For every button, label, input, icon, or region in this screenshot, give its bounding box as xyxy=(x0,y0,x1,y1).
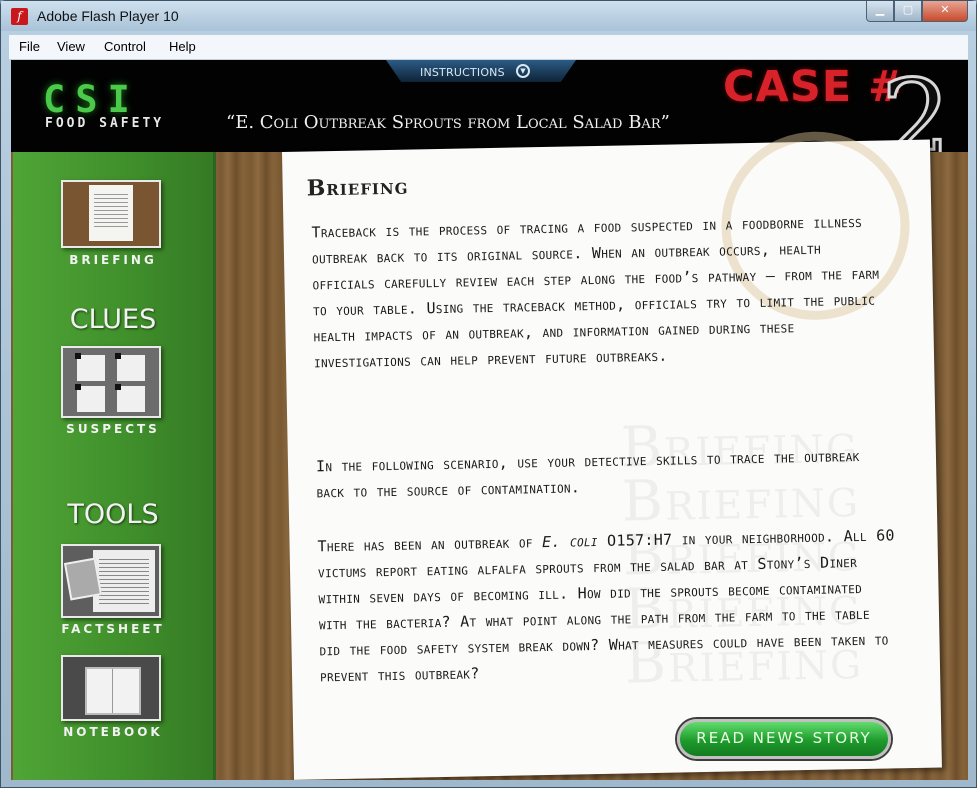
menu-view[interactable]: View xyxy=(57,39,85,54)
factsheet-thumbnail[interactable] xyxy=(61,544,161,618)
flash-icon: f xyxy=(11,8,28,25)
clues-heading: CLUES xyxy=(69,304,157,335)
paragraph-3-intro: There has been an outbreak of xyxy=(317,533,543,556)
minimize-icon[interactable]: ▁ xyxy=(866,1,894,22)
ecoli-italic: E. coli xyxy=(541,532,598,552)
briefing-paragraph-2: In the following scenario, use your dete… xyxy=(315,446,860,502)
notebook-thumbnail[interactable] xyxy=(61,655,161,721)
document-icon xyxy=(89,185,133,241)
briefing-label[interactable]: BRIEFING xyxy=(13,253,213,267)
briefing-thumbnail[interactable] xyxy=(61,180,161,248)
flash-stage: INSTRUCTIONS ▼ CSI FOOD SAFETY “E. Coli … xyxy=(11,60,968,780)
notebook-label[interactable]: NOTEBOOK xyxy=(13,725,213,739)
briefing-title: Briefing xyxy=(306,173,409,202)
close-icon[interactable]: ✕ xyxy=(922,1,968,22)
flash-player-window: f Adobe Flash Player 10 ▁ ▢ ✕ File View … xyxy=(0,0,977,788)
window-controls: ▁ ▢ ✕ xyxy=(866,1,968,23)
menu-help[interactable]: Help xyxy=(169,39,196,54)
read-news-story-button[interactable]: READ NEWS STORY xyxy=(677,719,891,759)
title-bar[interactable]: f Adobe Flash Player 10 ▁ ▢ ✕ xyxy=(1,1,976,31)
menu-control[interactable]: Control xyxy=(104,39,146,54)
window-title: Adobe Flash Player 10 xyxy=(37,8,179,24)
briefing-paragraph-3: There has been an outbreak of E. coli O1… xyxy=(317,522,900,689)
instructions-label[interactable]: INSTRUCTIONS xyxy=(420,66,505,79)
suspects-label[interactable]: SUSPECTS xyxy=(13,422,213,436)
sidebar: BRIEFING CLUES SUSPECTS TOOLS FACTSHEET … xyxy=(13,152,216,780)
chevron-down-icon[interactable]: ▼ xyxy=(516,64,530,78)
csi-logo: CSI xyxy=(43,78,140,121)
briefing-paper: Briefing Briefing Briefing Briefing Brie… xyxy=(282,129,942,780)
factsheet-label[interactable]: FACTSHEET xyxy=(13,622,213,636)
menu-file[interactable]: File xyxy=(19,39,40,54)
case-label: CASE # xyxy=(723,62,906,112)
food-safety-subtitle: FOOD SAFETY xyxy=(45,116,165,131)
menu-bar: File View Control Help xyxy=(9,35,968,60)
briefing-paragraph-1: Traceback is the process of tracing a fo… xyxy=(311,212,880,372)
suspects-thumbnail[interactable] xyxy=(61,346,161,418)
case-title: “E. Coli Outbreak Sprouts from Local Sal… xyxy=(226,112,670,133)
tools-heading: TOOLS xyxy=(67,499,159,530)
maximize-icon[interactable]: ▢ xyxy=(894,1,922,22)
